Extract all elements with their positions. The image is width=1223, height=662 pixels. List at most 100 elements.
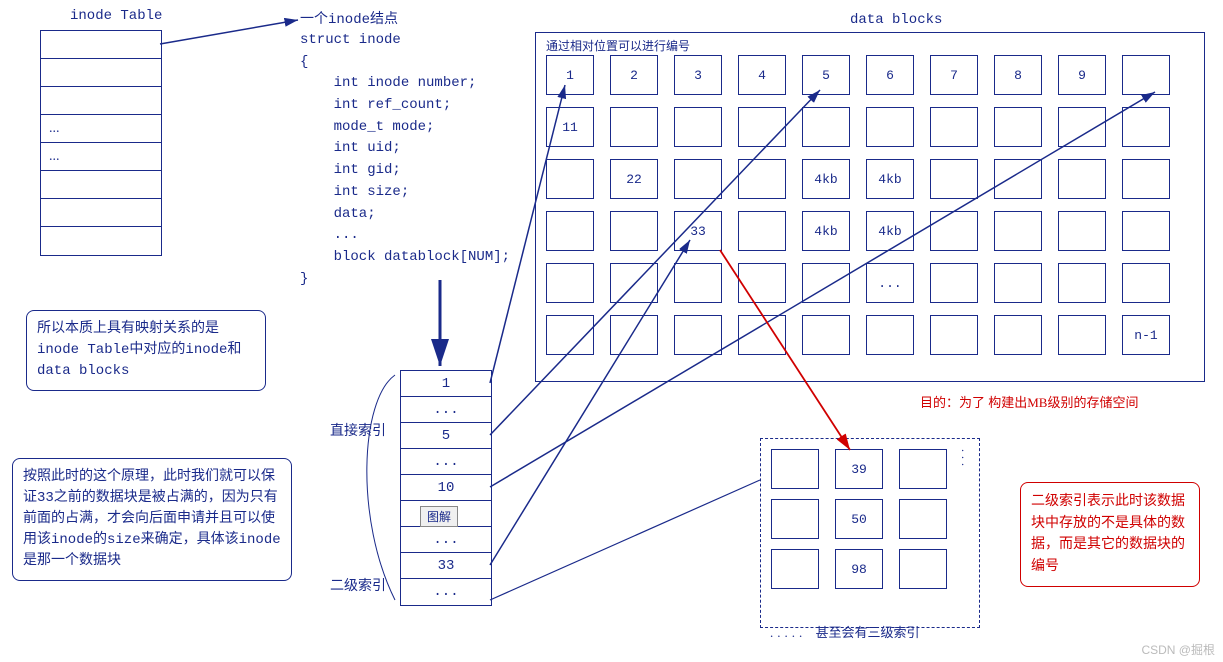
data-block-cell <box>994 315 1042 355</box>
data-block-cell <box>1122 55 1170 95</box>
data-block-cell <box>1058 263 1106 303</box>
inode-table-row <box>41 59 161 87</box>
data-block-cell <box>674 107 722 147</box>
data-block-cell <box>1122 107 1170 147</box>
datablock-list-row: ... <box>401 527 491 553</box>
data-block-cell <box>610 211 658 251</box>
code-line: int size; <box>300 182 520 204</box>
secondary-cell: 98 <box>835 549 883 589</box>
data-block-cell: ... <box>866 263 914 303</box>
code-line: ... <box>300 225 520 247</box>
datablock-list-row: ... <box>401 397 491 423</box>
inode-table-row: ... <box>41 143 161 171</box>
data-block-cell: 3 <box>674 55 722 95</box>
data-block-cell <box>546 159 594 199</box>
data-block-cell <box>738 315 786 355</box>
data-block-cell: 2 <box>610 55 658 95</box>
data-block-cell <box>866 315 914 355</box>
data-block-cell <box>802 315 850 355</box>
connector-list-to-secondary <box>490 480 760 600</box>
secondary-cell <box>771 499 819 539</box>
secondary-cell <box>771 549 819 589</box>
data-block-cell <box>802 263 850 303</box>
data-blocks-container: 通过相对位置可以进行编号 12345678911224kb4kb334kb4kb… <box>535 32 1205 382</box>
inode-table-title: inode Table <box>70 8 162 24</box>
inode-table-row <box>41 31 161 59</box>
code-line: data; <box>300 204 520 226</box>
data-block-cell <box>994 211 1042 251</box>
inode-table-row <box>41 199 161 227</box>
arrow-inoderow-to-struct <box>160 20 298 44</box>
datablock-list: 1 ... 5 ... 10 ... ... 33 ... <box>400 370 492 606</box>
secondary-cell <box>899 549 947 589</box>
data-block-cell <box>930 263 978 303</box>
data-block-cell <box>1058 107 1106 147</box>
data-block-cell <box>546 263 594 303</box>
data-block-cell: 7 <box>930 55 978 95</box>
code-line: int uid; <box>300 138 520 160</box>
data-block-cell <box>674 263 722 303</box>
datablock-list-row: ... <box>401 579 491 605</box>
data-blocks-title: data blocks <box>850 12 942 28</box>
data-block-cell <box>1058 211 1106 251</box>
data-block-cell <box>546 315 594 355</box>
data-block-cell: 4kb <box>866 211 914 251</box>
data-block-cell: 9 <box>1058 55 1106 95</box>
data-block-cell: 11 <box>546 107 594 147</box>
code-line: struct inode <box>300 30 520 52</box>
data-block-cell: 4kb <box>866 159 914 199</box>
data-block-cell <box>994 107 1042 147</box>
secondary-caption: 甚至会有三级索引 <box>816 625 920 640</box>
data-block-cell: 8 <box>994 55 1042 95</box>
data-block-cell: 4kb <box>802 159 850 199</box>
data-block-cell <box>738 263 786 303</box>
direct-index-label: 直接索引 <box>330 420 386 440</box>
data-block-cell <box>546 211 594 251</box>
data-block-cell: 22 <box>610 159 658 199</box>
data-block-cell: n-1 <box>1122 315 1170 355</box>
datablock-list-row: 10 <box>401 475 491 501</box>
note-sequential-fill: 按照此时的这个原理，此时我们就可以保证33之前的数据块是被占满的，因为只有前面的… <box>12 458 292 581</box>
data-blocks-inner-caption: 通过相对位置可以进行编号 <box>546 37 690 54</box>
data-block-cell <box>738 211 786 251</box>
secondary-dots-vert: ... <box>958 449 973 470</box>
secondary-cell <box>899 449 947 489</box>
data-block-cell <box>930 107 978 147</box>
note-secondary-index: 二级索引表示此时该数据块中存放的不是具体的数据，而是其它的数据块的编号 <box>1020 482 1200 587</box>
data-block-cell <box>738 107 786 147</box>
data-block-cell <box>610 107 658 147</box>
data-block-cell <box>1122 211 1170 251</box>
secondary-index-grid: 39 50 98 <box>771 449 969 589</box>
code-line: int gid; <box>300 160 520 182</box>
data-block-cell: 1 <box>546 55 594 95</box>
secondary-index-label: 二级索引 <box>330 575 386 595</box>
data-block-cell: 4 <box>738 55 786 95</box>
data-block-cell: 4kb <box>802 211 850 251</box>
data-block-cell: 6 <box>866 55 914 95</box>
annotation-button[interactable]: 图解 <box>420 506 458 527</box>
data-block-cell <box>930 315 978 355</box>
purpose-text: 目的：为了 构建出MB级别的存储空间 <box>920 392 1138 411</box>
inode-table-row <box>41 87 161 115</box>
note-mapping: 所以本质上具有映射关系的是inode Table中对应的inode和data b… <box>26 310 266 391</box>
data-block-cell: 33 <box>674 211 722 251</box>
data-block-cell <box>738 159 786 199</box>
bracket-list <box>367 375 395 600</box>
inode-table-row: ... <box>41 115 161 143</box>
code-line: { <box>300 52 520 74</box>
code-line: int inode number; <box>300 73 520 95</box>
code-line: mode_t mode; <box>300 117 520 139</box>
secondary-caption-row: ..... 甚至会有三级索引 <box>770 622 920 641</box>
data-block-cell <box>674 159 722 199</box>
inode-struct-code: struct inode { int inode number; int ref… <box>300 30 520 290</box>
data-block-cell <box>674 315 722 355</box>
data-block-cell <box>610 263 658 303</box>
secondary-cell <box>899 499 947 539</box>
data-block-cell <box>1122 263 1170 303</box>
inode-table-row <box>41 171 161 199</box>
datablock-list-row: 33 <box>401 553 491 579</box>
data-block-cell <box>1058 159 1106 199</box>
datablock-list-row: 1 <box>401 371 491 397</box>
data-block-cell <box>1058 315 1106 355</box>
watermark: CSDN @掘根 <box>1141 641 1215 658</box>
